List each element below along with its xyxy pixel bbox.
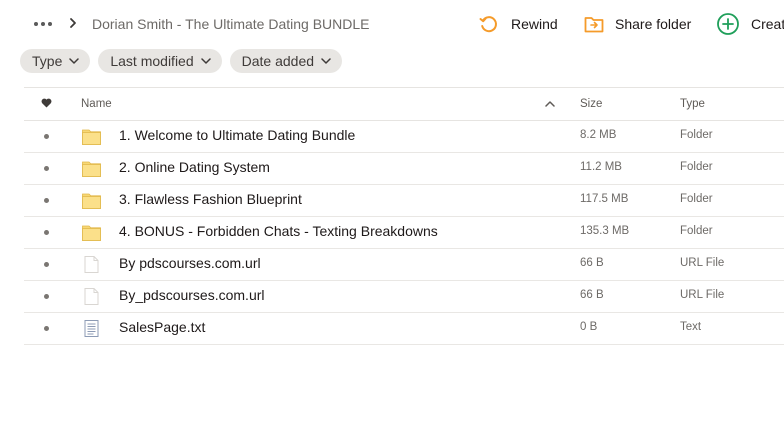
table-row[interactable]: SalesPage.txt 0 B Text	[24, 313, 784, 345]
file-size: 11.2 MB	[580, 161, 622, 173]
heart-icon[interactable]	[41, 98, 52, 108]
create-label: Create	[751, 16, 784, 32]
file-name[interactable]: By_pdscourses.com.url	[119, 287, 265, 303]
file-size: 66 B	[580, 289, 604, 301]
file-name[interactable]: 2. Online Dating System	[119, 159, 270, 175]
file-icon	[82, 288, 101, 305]
folder-icon	[82, 128, 101, 145]
bullet-icon	[44, 166, 49, 171]
chevron-down-icon	[321, 58, 331, 64]
create-button[interactable]: Create	[716, 12, 784, 36]
column-type[interactable]: Type	[680, 98, 705, 110]
share-folder-label: Share folder	[615, 16, 692, 32]
file-size: 135.3 MB	[580, 225, 630, 237]
file-icon	[82, 256, 101, 273]
filter-date-added-label: Date added	[241, 53, 315, 69]
file-type: Folder	[680, 193, 713, 205]
rewind-button[interactable]: Rewind	[478, 12, 558, 36]
file-type: Folder	[680, 129, 713, 141]
file-list: 1. Welcome to Ultimate Dating Bundle 8.2 …	[24, 121, 784, 345]
filter-last-modified[interactable]: Last modified	[98, 49, 222, 73]
bullet-icon	[44, 262, 49, 267]
bullet-icon	[44, 326, 49, 331]
chevron-down-icon	[69, 58, 80, 64]
file-table: Name Size Type 1. Welcome to Ultimate Da…	[24, 87, 784, 345]
file-name[interactable]: By pdscourses.com.url	[119, 255, 261, 271]
table-header: Name Size Type	[24, 87, 784, 121]
table-row[interactable]: 4. BONUS - Forbidden Chats - Texting Bre…	[24, 217, 784, 249]
file-name[interactable]: SalesPage.txt	[119, 319, 205, 335]
bullet-icon	[44, 230, 49, 235]
table-row[interactable]: 1. Welcome to Ultimate Dating Bundle 8.2 …	[24, 121, 784, 153]
rewind-label: Rewind	[511, 16, 558, 32]
file-type: URL File	[680, 257, 725, 269]
file-size: 66 B	[580, 257, 604, 269]
column-name[interactable]: Name	[81, 98, 112, 110]
folder-icon	[82, 192, 101, 209]
file-type: URL File	[680, 289, 725, 301]
rewind-icon	[479, 16, 497, 33]
file-name[interactable]: 4. BONUS - Forbidden Chats - Texting Bre…	[119, 223, 438, 239]
top-bar: Dorian Smith - The Ultimate Dating BUNDL…	[0, 0, 784, 48]
chevron-down-icon	[200, 58, 211, 64]
text-file-icon	[82, 320, 101, 337]
share-folder-icon	[584, 17, 604, 33]
file-type: Folder	[680, 225, 713, 237]
table-row[interactable]: By pdscourses.com.url 66 B URL File	[24, 249, 784, 281]
bullet-icon	[44, 294, 49, 299]
bullet-icon	[44, 134, 49, 139]
breadcrumb-title[interactable]: Dorian Smith - The Ultimate Dating BUNDL…	[92, 16, 370, 32]
filter-bar: Type Last modified Date added	[20, 49, 343, 73]
chevron-right-icon	[70, 18, 76, 28]
filter-date-added[interactable]: Date added	[229, 49, 343, 73]
folder-icon	[82, 224, 101, 241]
filter-type[interactable]: Type	[20, 49, 91, 73]
file-size: 117.5 MB	[580, 193, 629, 205]
table-row[interactable]: By_pdscourses.com.url 66 B URL File	[24, 281, 784, 313]
share-folder-button[interactable]: Share folder	[584, 12, 691, 36]
plus-circle-icon	[717, 13, 739, 35]
file-type: Folder	[680, 161, 713, 173]
column-size[interactable]: Size	[580, 98, 602, 110]
folder-icon	[82, 160, 101, 177]
file-size: 8.2 MB	[580, 129, 617, 141]
filter-type-label: Type	[32, 53, 63, 69]
sort-ascending-icon[interactable]	[545, 100, 555, 107]
file-name[interactable]: 1. Welcome to Ultimate Dating Bundle	[119, 127, 355, 143]
file-name[interactable]: 3. Flawless Fashion Blueprint	[119, 191, 302, 207]
filter-last-modified-label: Last modified	[110, 53, 194, 69]
table-row[interactable]: 2. Online Dating System 11.2 MB Folder	[24, 153, 784, 185]
bullet-icon	[44, 198, 49, 203]
more-options-icon[interactable]	[34, 16, 54, 30]
file-size: 0 B	[580, 321, 598, 333]
file-type: Text	[680, 321, 702, 333]
table-row[interactable]: 3. Flawless Fashion Blueprint 117.5 MB Fol…	[24, 185, 784, 217]
